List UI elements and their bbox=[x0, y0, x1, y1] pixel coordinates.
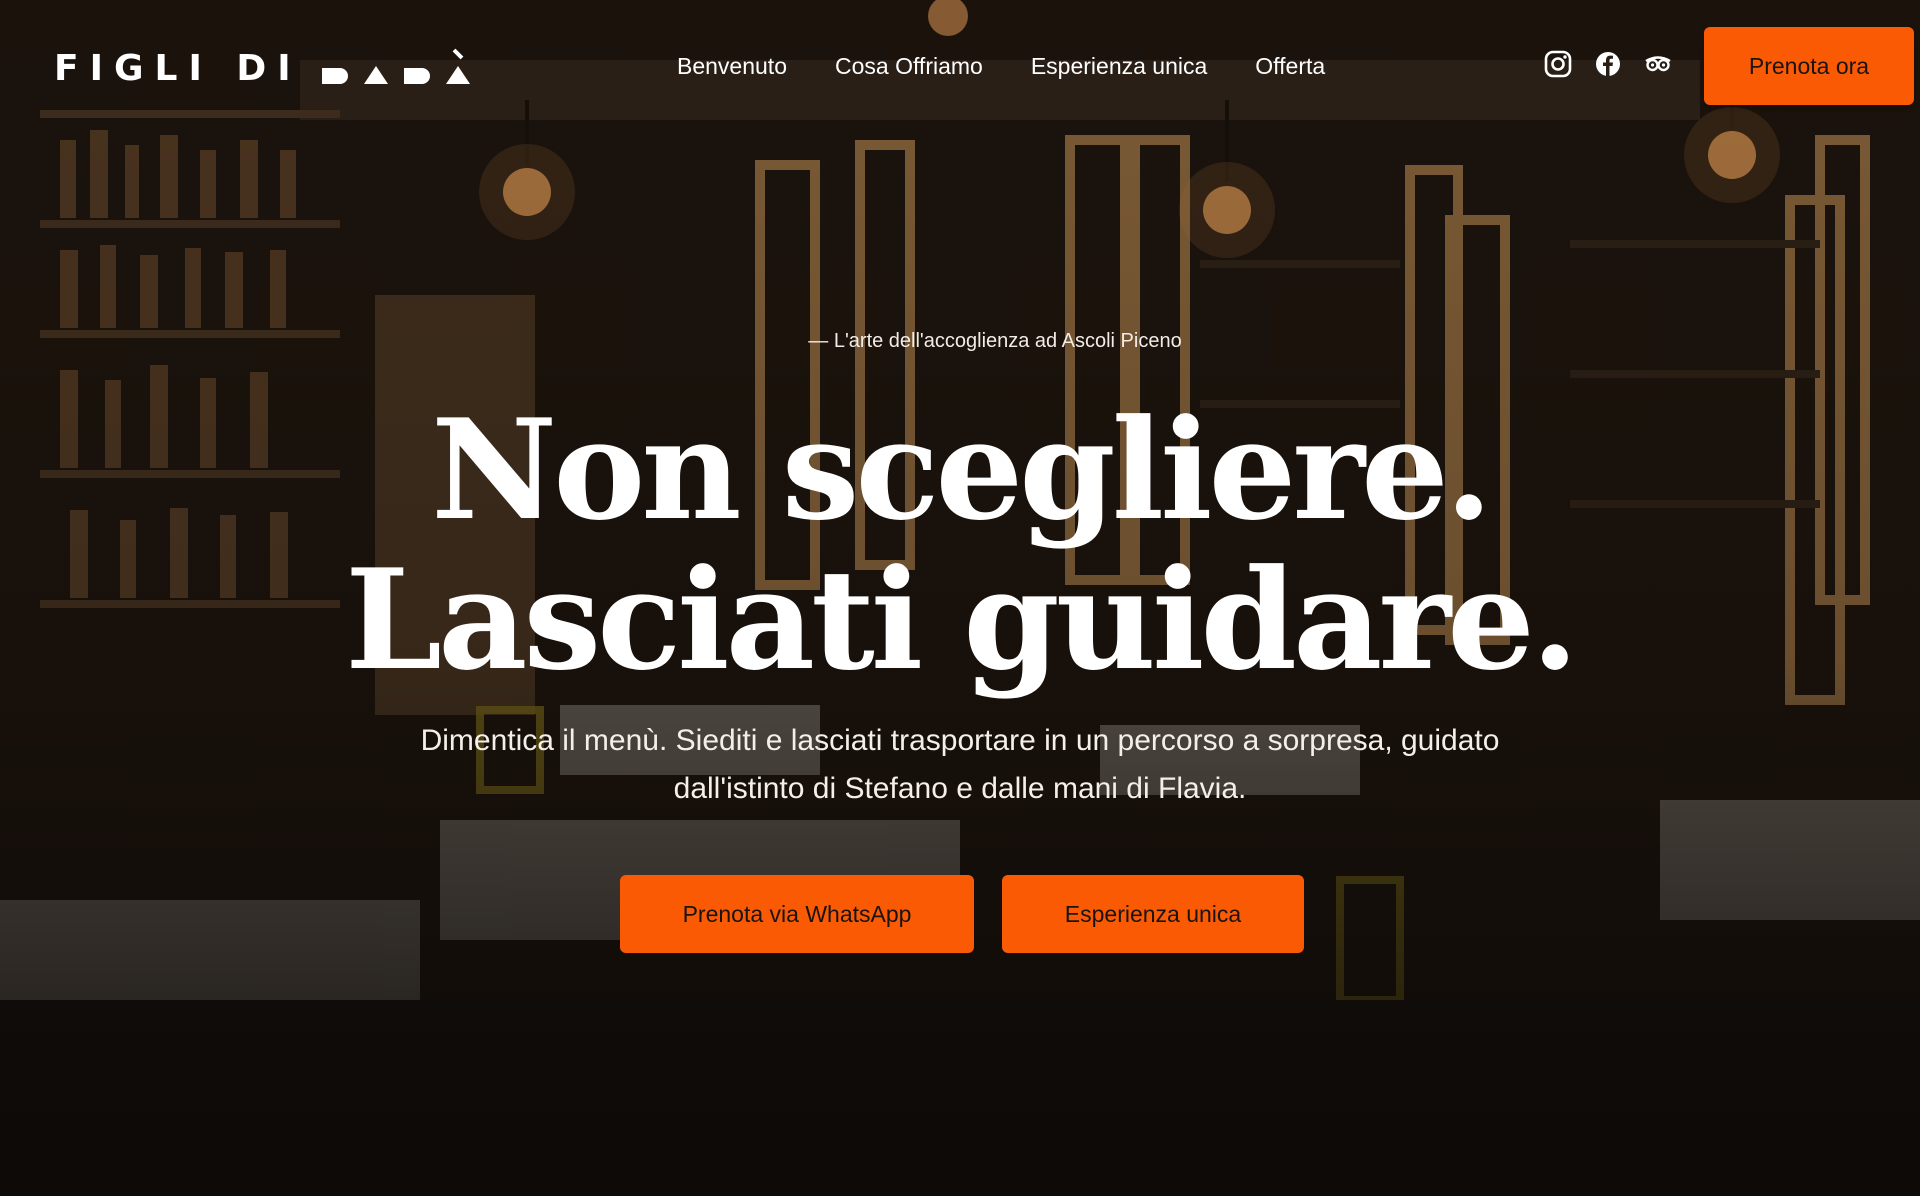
social-links bbox=[1544, 50, 1672, 78]
logo-text: FIGLI DI bbox=[54, 47, 302, 89]
hero-buttons: Prenota via WhatsApp Esperienza unica bbox=[0, 875, 1920, 953]
nav-item-cosa-offriamo[interactable]: Cosa Offriamo bbox=[835, 50, 983, 82]
hero-content: — L'arte dell'accoglienza ad Ascoli Pice… bbox=[0, 330, 1920, 953]
facebook-icon[interactable] bbox=[1594, 50, 1622, 78]
logo-papa-glyphs-icon bbox=[321, 48, 470, 84]
headline-line-2: Lasciati guidare. bbox=[345, 538, 1579, 701]
whatsapp-booking-button[interactable]: Prenota via WhatsApp bbox=[620, 875, 974, 953]
hero-section: FIGLI DI Benvenuto Cosa Offriamo Esperie… bbox=[0, 0, 1920, 1196]
nav-item-offerta[interactable]: Offerta bbox=[1255, 50, 1325, 82]
hero-headline: Non scegliere. Lasciati guidare. bbox=[0, 395, 1920, 695]
main-nav: Benvenuto Cosa Offriamo Esperienza unica… bbox=[677, 50, 1325, 82]
tripadvisor-icon[interactable] bbox=[1644, 50, 1672, 78]
headline-line-1: Non scegliere. bbox=[431, 388, 1493, 551]
hero-kicker: — L'arte dell'accoglienza ad Ascoli Pice… bbox=[808, 330, 1182, 352]
site-header: FIGLI DI Benvenuto Cosa Offriamo Esperie… bbox=[0, 0, 1920, 132]
book-now-button[interactable]: Prenota ora bbox=[1704, 27, 1914, 105]
instagram-icon[interactable] bbox=[1544, 50, 1572, 78]
unique-experience-button[interactable]: Esperienza unica bbox=[1002, 875, 1304, 953]
hero-subtitle: Dimentica il menù. Siediti e lasciati tr… bbox=[420, 724, 1500, 805]
brand-logo[interactable]: FIGLI DI bbox=[54, 46, 480, 90]
nav-item-benvenuto[interactable]: Benvenuto bbox=[677, 50, 787, 82]
logo-mark bbox=[320, 46, 480, 90]
nav-item-esperienza-unica[interactable]: Esperienza unica bbox=[1031, 50, 1207, 82]
